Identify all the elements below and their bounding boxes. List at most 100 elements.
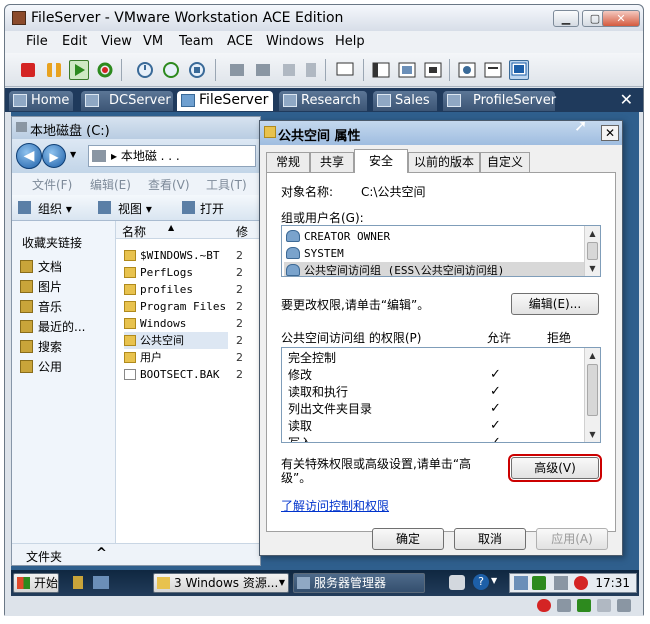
tab-general[interactable]: 常规	[266, 152, 310, 172]
menu-help[interactable]: Help	[335, 34, 365, 49]
taskbar-explorer[interactable]: 3 Windows 资源... ▼	[153, 573, 289, 593]
menu-file-cn[interactable]: 文件(F)	[32, 176, 72, 193]
start-button[interactable]: 开始	[13, 573, 59, 593]
snapshot-icon[interactable]	[135, 60, 155, 80]
ok-button[interactable]: 确定	[372, 528, 444, 550]
close-button[interactable]: ✕	[602, 10, 640, 27]
sound-status-icon[interactable]	[617, 599, 631, 612]
menu-tools-cn[interactable]: 工具(T)	[206, 176, 247, 193]
monitor-tray-icon[interactable]	[554, 576, 568, 590]
menu-file[interactable]: File	[26, 34, 48, 49]
update-tray-icon[interactable]	[532, 576, 546, 590]
tab-profileserver[interactable]: ProfileServer	[443, 91, 556, 111]
menu-edit[interactable]: Edit	[62, 34, 87, 49]
advanced-button[interactable]: 高级(V)	[508, 454, 602, 482]
unity-icon[interactable]	[423, 60, 443, 80]
tab-security[interactable]: 安全	[354, 149, 408, 173]
fav-public[interactable]: 公用	[20, 359, 62, 375]
views-button[interactable]: 视图 ▾	[118, 200, 152, 217]
open-button[interactable]: 打开	[200, 200, 224, 217]
file-row[interactable]: profiles	[124, 281, 193, 298]
tab-dcserver[interactable]: DCServer	[81, 91, 173, 111]
tab-research[interactable]: Research	[279, 91, 367, 111]
power-on-icon[interactable]	[69, 60, 89, 80]
fav-pictures[interactable]: 图片	[20, 279, 62, 295]
file-row[interactable]: Windows	[124, 315, 186, 332]
minimize-button[interactable]: ▁	[553, 10, 579, 27]
cancel-button[interactable]: 取消	[454, 528, 526, 550]
tab-fileserver[interactable]: FileServer	[177, 91, 273, 111]
chevron-up-icon[interactable]: ^	[96, 546, 107, 561]
scroll-up-icon[interactable]: ▲	[586, 349, 599, 362]
server-manager-quick-icon[interactable]	[93, 576, 109, 589]
tab-previous-versions[interactable]: 以前的版本	[408, 152, 480, 172]
hard-disk-icon[interactable]	[557, 599, 571, 612]
view-icon[interactable]	[371, 60, 391, 80]
tab-customize[interactable]: 自定义	[480, 152, 530, 172]
tab-home[interactable]: Home	[9, 91, 73, 111]
help-icon[interactable]: ?	[473, 574, 489, 590]
list-item[interactable]: SYSTEM	[284, 245, 344, 262]
device-icon[interactable]	[301, 60, 321, 80]
removable-icon[interactable]	[279, 60, 299, 80]
fav-documents[interactable]: 文档	[20, 259, 62, 275]
file-row[interactable]: Program Files	[124, 298, 226, 315]
show-desktop-icon[interactable]	[73, 576, 83, 589]
file-row[interactable]: BOOTSECT.BAK	[124, 366, 219, 383]
network-tray-icon[interactable]	[514, 576, 528, 590]
column-name[interactable]: 名称	[122, 223, 146, 240]
scroll-thumb[interactable]	[587, 364, 598, 416]
tab-sales[interactable]: Sales	[373, 91, 437, 111]
scroll-down-icon[interactable]: ▼	[586, 262, 599, 275]
folders-bar[interactable]: 文件夹 ^	[12, 543, 260, 565]
usb-icon[interactable]	[253, 60, 273, 80]
power-off-icon[interactable]	[21, 63, 35, 77]
menu-view[interactable]: View	[101, 34, 132, 49]
fav-music[interactable]: 音乐	[20, 299, 62, 315]
edit-button[interactable]: 编辑(E)...	[511, 293, 599, 315]
network-icon[interactable]	[227, 60, 247, 80]
fav-search[interactable]: 搜索	[20, 339, 62, 355]
file-row-selected[interactable]: 公共空间	[124, 332, 228, 349]
taskbar-server-manager[interactable]: 服务器管理器	[293, 573, 425, 593]
groups-listbox[interactable]: CREATOR OWNER SYSTEM 公共空间访问组 (ESS\公共空间访问…	[281, 225, 601, 277]
fav-recent[interactable]: 最近的...	[20, 319, 85, 335]
file-row[interactable]: PerfLogs	[124, 264, 193, 281]
learn-access-control-link[interactable]: 了解访问控制和权限	[281, 497, 389, 514]
network-status-icon[interactable]	[577, 599, 591, 612]
console-icon[interactable]	[335, 60, 355, 80]
menu-vm[interactable]: VM	[143, 34, 163, 49]
snapshot-manager-icon[interactable]	[187, 60, 207, 80]
groups-scrollbar[interactable]: ▲ ▼	[584, 226, 600, 276]
suspend-icon[interactable]	[47, 63, 61, 77]
summary-icon[interactable]	[483, 60, 503, 80]
connection-status-icon[interactable]	[537, 599, 551, 612]
menu-edit-cn[interactable]: 编辑(E)	[90, 176, 131, 193]
volume-tray-icon[interactable]	[574, 576, 588, 590]
menu-team[interactable]: Team	[179, 34, 213, 49]
reset-icon[interactable]	[95, 60, 115, 80]
permissions-scrollbar[interactable]: ▲ ▼	[584, 348, 600, 442]
apply-button[interactable]: 应用(A)	[536, 528, 608, 550]
keyboard-icon[interactable]	[449, 575, 465, 590]
quick-switch-icon[interactable]	[457, 60, 477, 80]
column-date[interactable]: 修	[236, 223, 248, 240]
scroll-up-icon[interactable]: ▲	[586, 227, 599, 240]
dialog-close-button[interactable]: ✕	[601, 125, 619, 141]
console-view-icon[interactable]	[509, 60, 529, 80]
list-item[interactable]: CREATOR OWNER	[284, 228, 390, 245]
tab-sharing[interactable]: 共享	[310, 152, 354, 172]
back-button[interactable]: ◀	[16, 143, 42, 169]
history-dropdown-icon[interactable]: ▼	[70, 150, 76, 159]
forward-button[interactable]: ▶	[42, 144, 66, 168]
permissions-listbox[interactable]: 完全控制 修改 ✓ 读取和执行 ✓ 列出文件夹目录 ✓ 读取 ✓ 写入 ✓ ▲ …	[281, 347, 601, 443]
menu-ace[interactable]: ACE	[227, 34, 253, 49]
organize-button[interactable]: 组织 ▾	[38, 200, 72, 217]
revert-icon[interactable]	[161, 60, 181, 80]
file-row[interactable]: 用户	[124, 349, 162, 366]
file-row[interactable]: $WINDOWS.~BT	[124, 247, 219, 264]
usb-status-icon[interactable]	[597, 599, 611, 612]
chevron-down-icon[interactable]: ▼	[491, 576, 497, 585]
scroll-down-icon[interactable]: ▼	[586, 428, 599, 441]
fullscreen-icon[interactable]	[397, 60, 417, 80]
